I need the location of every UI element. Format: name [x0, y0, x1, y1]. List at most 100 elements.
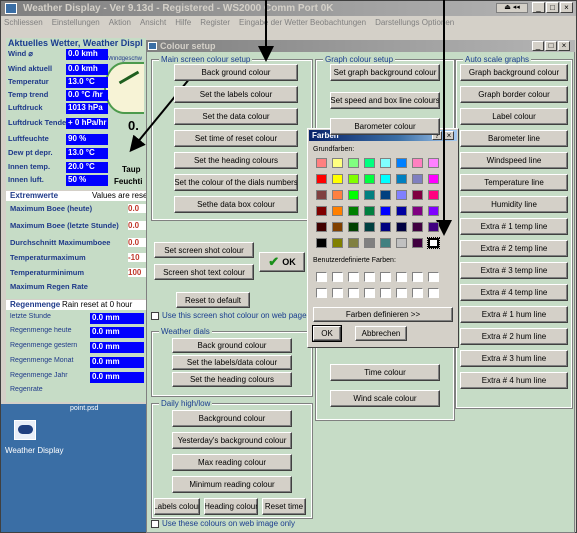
color-swatch[interactable]: [348, 190, 359, 200]
auto-scale-button[interactable]: Extra # 1 hum line: [460, 306, 568, 323]
daily-bottom-button[interactable]: Heading colour: [204, 498, 258, 515]
color-swatch[interactable]: [428, 222, 439, 232]
custom-color-swatch[interactable]: [396, 288, 407, 298]
graph-colour-button[interactable]: Barometer colour: [330, 118, 440, 135]
color-swatch[interactable]: [396, 222, 407, 232]
color-swatch[interactable]: [427, 237, 440, 249]
custom-color-swatch[interactable]: [316, 272, 327, 282]
daily-button[interactable]: Background colour: [172, 410, 292, 427]
color-swatch[interactable]: [412, 174, 423, 184]
color-swatch[interactable]: [316, 158, 327, 168]
daily-button[interactable]: Yesterday's background colour: [172, 432, 292, 449]
color-swatch[interactable]: [428, 158, 439, 168]
custom-color-swatch[interactable]: [348, 272, 359, 282]
color-swatch[interactable]: [332, 206, 343, 216]
auto-scale-button[interactable]: Extra # 3 hum line: [460, 350, 568, 367]
color-swatch[interactable]: [364, 238, 375, 248]
custom-color-swatch[interactable]: [380, 288, 391, 298]
color-swatch[interactable]: [396, 206, 407, 216]
color-swatch[interactable]: [316, 222, 327, 232]
auto-scale-button[interactable]: Label colour: [460, 108, 568, 125]
color-swatch[interactable]: [396, 238, 407, 248]
color-swatch[interactable]: [348, 238, 359, 248]
custom-color-swatch[interactable]: [364, 288, 375, 298]
color-swatch[interactable]: [364, 174, 375, 184]
custom-color-swatch[interactable]: [412, 288, 423, 298]
color-swatch[interactable]: [396, 174, 407, 184]
color-swatch[interactable]: [412, 206, 423, 216]
screenshot-button[interactable]: Reset to default: [176, 292, 250, 308]
daily-bottom-button[interactable]: Labels colour: [154, 498, 200, 515]
color-swatch[interactable]: [412, 158, 423, 168]
screenshot-button[interactable]: Screen shot text colour: [154, 264, 254, 280]
dials-button[interactable]: Back ground colour: [172, 338, 292, 353]
color-swatch[interactable]: [428, 206, 439, 216]
auto-scale-button[interactable]: Extra # 2 hum line: [460, 328, 568, 345]
custom-color-swatch[interactable]: [364, 272, 375, 282]
color-swatch[interactable]: [412, 190, 423, 200]
auto-scale-button[interactable]: Extra # 1 temp line: [460, 218, 568, 235]
graph-lower-button[interactable]: Wind scale colour: [330, 390, 440, 407]
color-swatch[interactable]: [332, 190, 343, 200]
custom-color-swatch[interactable]: [316, 288, 327, 298]
color-swatch[interactable]: [412, 222, 423, 232]
color-swatch[interactable]: [380, 206, 391, 216]
color-swatch[interactable]: [396, 190, 407, 200]
color-swatch[interactable]: [428, 174, 439, 184]
color-swatch[interactable]: [348, 158, 359, 168]
color-swatch[interactable]: [316, 206, 327, 216]
auto-scale-button[interactable]: Graph border colour: [460, 86, 568, 103]
color-swatch[interactable]: [412, 238, 423, 248]
auto-scale-button[interactable]: Temperature line: [460, 174, 568, 191]
auto-scale-button[interactable]: Extra # 4 temp line: [460, 284, 568, 301]
main-colour-button[interactable]: Set the colour of the dials numbers: [174, 174, 298, 191]
custom-color-swatch[interactable]: [428, 272, 439, 282]
graph-lower-button[interactable]: Time colour: [330, 364, 440, 381]
color-swatch[interactable]: [428, 190, 439, 200]
color-swatch[interactable]: [332, 174, 343, 184]
color-swatch[interactable]: [316, 238, 327, 248]
custom-color-swatch[interactable]: [348, 288, 359, 298]
color-swatch[interactable]: [332, 158, 343, 168]
custom-color-swatch[interactable]: [380, 272, 391, 282]
auto-scale-button[interactable]: Extra # 3 temp line: [460, 262, 568, 279]
daily-button[interactable]: Max reading colour: [172, 454, 292, 471]
auto-scale-button[interactable]: Extra # 4 hum line: [460, 372, 568, 389]
color-swatch[interactable]: [380, 222, 391, 232]
color-swatch[interactable]: [364, 206, 375, 216]
graph-colour-button[interactable]: Set speed and box line colours: [330, 92, 440, 109]
custom-color-swatch[interactable]: [428, 288, 439, 298]
daily-button[interactable]: Minimum reading colour: [172, 476, 292, 493]
graph-colour-button[interactable]: Set graph background colour: [330, 64, 440, 81]
color-swatch[interactable]: [316, 190, 327, 200]
color-swatch[interactable]: [348, 174, 359, 184]
color-swatch[interactable]: [380, 174, 391, 184]
color-swatch[interactable]: [364, 190, 375, 200]
custom-color-swatch[interactable]: [332, 272, 343, 282]
main-colour-button[interactable]: Set the data colour: [174, 108, 298, 125]
color-swatch[interactable]: [396, 158, 407, 168]
main-colour-button[interactable]: Set the labels colour: [174, 86, 298, 103]
main-colour-button[interactable]: Set time of reset colour: [174, 130, 298, 147]
color-swatch[interactable]: [332, 222, 343, 232]
color-swatch[interactable]: [332, 238, 343, 248]
main-colour-button[interactable]: Back ground colour: [174, 64, 298, 81]
main-colour-button[interactable]: Set the heading colours: [174, 152, 298, 169]
color-swatch[interactable]: [364, 158, 375, 168]
custom-color-swatch[interactable]: [332, 288, 343, 298]
color-swatch[interactable]: [348, 222, 359, 232]
auto-scale-button[interactable]: Windspeed line: [460, 152, 568, 169]
auto-scale-button[interactable]: Extra # 2 temp line: [460, 240, 568, 257]
color-swatch[interactable]: [380, 158, 391, 168]
color-swatch[interactable]: [380, 190, 391, 200]
auto-scale-button[interactable]: Barometer line: [460, 130, 568, 147]
custom-color-swatch[interactable]: [396, 272, 407, 282]
auto-scale-button[interactable]: Humidity line: [460, 196, 568, 213]
auto-scale-button[interactable]: Graph background colour: [460, 64, 568, 81]
screenshot-button[interactable]: Set screen shot colour: [154, 242, 254, 258]
color-swatch[interactable]: [380, 238, 391, 248]
color-swatch[interactable]: [364, 222, 375, 232]
color-swatch[interactable]: [348, 206, 359, 216]
main-colour-button[interactable]: Sethe data box colour: [174, 196, 298, 213]
custom-color-swatch[interactable]: [412, 272, 423, 282]
